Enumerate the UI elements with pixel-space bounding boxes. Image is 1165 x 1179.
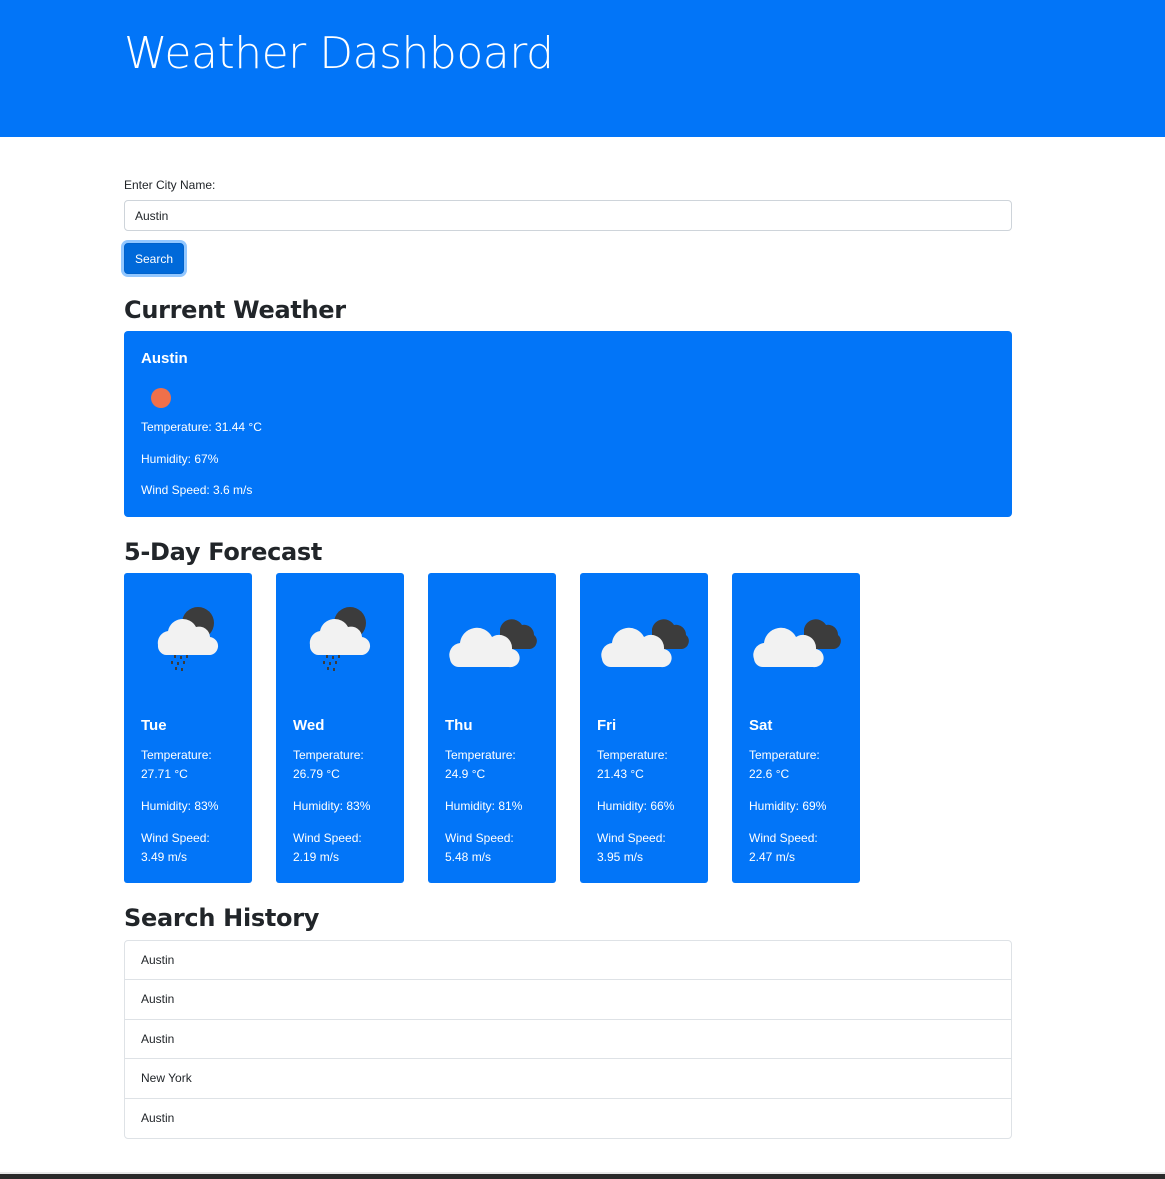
broken-clouds-icon — [448, 593, 538, 683]
search-history-list: Austin Austin Austin New York Austin — [124, 940, 1012, 1139]
forecast-wind-label: Wind Speed: — [293, 831, 362, 845]
forecast-day-label: Fri — [597, 717, 617, 734]
forecast-card-thu: Thu Temperature: 24.9 °C Humidity: 81% Wind … — [428, 573, 556, 883]
forecast-day-label: Thu — [445, 717, 473, 734]
current-city-name: Austin — [141, 350, 188, 367]
current-weather-heading: Current Weather — [124, 296, 346, 324]
forecast-temperature-value: 22.6 °C — [749, 767, 790, 781]
forecast-humidity: Humidity: 69% — [749, 799, 827, 813]
forecast-heading: 5-Day Forecast — [124, 538, 323, 566]
city-search-input[interactable] — [124, 200, 1012, 231]
forecast-wind-value: 2.47 m/s — [749, 850, 796, 864]
forecast-humidity: Humidity: 66% — [597, 799, 675, 813]
rain-cloud-night-icon — [144, 593, 234, 683]
forecast-day-label: Wed — [293, 717, 325, 734]
forecast-wind-label: Wind Speed: — [597, 831, 666, 845]
forecast-card-fri: Fri Temperature: 21.43 °C Humidity: 66% Wind… — [580, 573, 708, 883]
current-humidity: Humidity: 67% — [141, 452, 219, 466]
history-item[interactable]: Austin — [125, 1020, 1011, 1060]
history-item[interactable]: New York — [125, 1059, 1011, 1099]
current-wind-speed: Wind Speed: 3.6 m/s — [141, 483, 253, 497]
forecast-temperature-value: 21.43 °C — [597, 767, 644, 781]
forecast-wind-label: Wind Speed: — [141, 831, 210, 845]
search-history-heading: Search History — [124, 904, 320, 932]
broken-clouds-icon — [752, 593, 842, 683]
taskbar-edge — [0, 1172, 1165, 1179]
page-title: Weather Dashboard — [124, 28, 554, 79]
rain-cloud-night-icon — [296, 593, 386, 683]
forecast-card-tue: Tue Temperature: 27.71 °C Humidity: 83% Wind… — [124, 573, 252, 883]
broken-clouds-icon — [600, 593, 690, 683]
forecast-temperature-label: Temperature: — [141, 748, 212, 762]
forecast-temperature-value: 24.9 °C — [445, 767, 486, 781]
forecast-temperature-label: Temperature: — [597, 748, 668, 762]
history-item[interactable]: Austin — [125, 980, 1011, 1020]
forecast-wind-value: 3.95 m/s — [597, 850, 644, 864]
forecast-temperature-label: Temperature: — [749, 748, 820, 762]
current-weather-card: Austin Temperature: 31.44 °C Humidity: 6… — [124, 331, 1012, 517]
forecast-wind-label: Wind Speed: — [445, 831, 514, 845]
forecast-day-label: Sat — [749, 717, 773, 734]
forecast-card-wed: Wed Temperature: 26.79 °C Humidity: 83% Wind… — [276, 573, 404, 883]
forecast-temperature-value: 26.79 °C — [293, 767, 340, 781]
header-banner: Weather Dashboard — [0, 0, 1165, 137]
forecast-temperature-label: Temperature: — [293, 748, 364, 762]
forecast-card-sat: Sat Temperature: 22.6 °C Humidity: 69% Wind … — [732, 573, 860, 883]
forecast-humidity: Humidity: 81% — [445, 799, 523, 813]
current-temperature: Temperature: 31.44 °C — [141, 420, 262, 434]
forecast-day-label: Tue — [141, 717, 167, 734]
forecast-wind-value: 2.19 m/s — [293, 850, 340, 864]
forecast-temperature-label: Temperature: — [445, 748, 516, 762]
forecast-wind-value: 5.48 m/s — [445, 850, 492, 864]
forecast-humidity: Humidity: 83% — [141, 799, 219, 813]
sun-icon — [151, 388, 171, 408]
search-button[interactable]: Search — [124, 243, 184, 274]
forecast-temperature-value: 27.71 °C — [141, 767, 188, 781]
forecast-wind-value: 3.49 m/s — [141, 850, 188, 864]
city-input-label: Enter City Name: — [124, 178, 216, 192]
forecast-wind-label: Wind Speed: — [749, 831, 818, 845]
history-item[interactable]: Austin — [125, 1099, 1011, 1138]
forecast-humidity: Humidity: 83% — [293, 799, 371, 813]
history-item[interactable]: Austin — [125, 941, 1011, 981]
